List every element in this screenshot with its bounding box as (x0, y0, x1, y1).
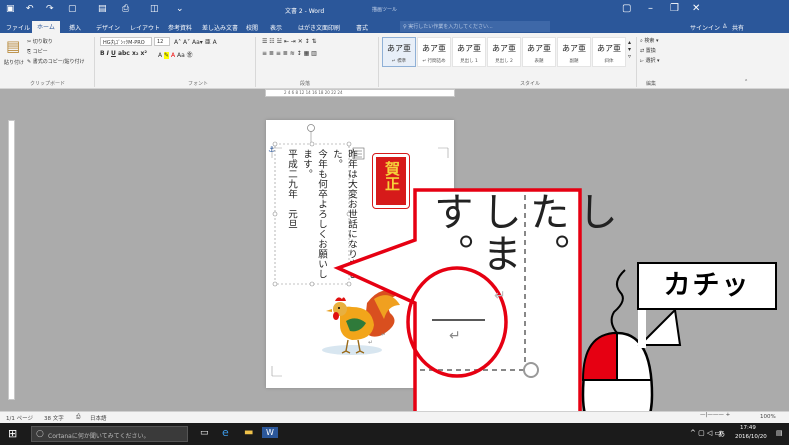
cortana-icon: ○ (36, 429, 44, 439)
windows-start-icon[interactable]: ⊞ (8, 427, 17, 440)
ime-indicator[interactable]: あ (718, 429, 725, 439)
cortana-search-box[interactable]: ○ Cortanaに何か聞いてみてください。 (31, 426, 188, 442)
status-bar: 1/1 ページ 38 文字 ⎙ 日本語 —|——— + 100% (0, 411, 789, 423)
clock-time[interactable]: 17:49 (740, 425, 756, 431)
tray-icons[interactable]: ^ ▢ ◁ ▭ (690, 429, 721, 437)
edge-icon[interactable]: e (222, 426, 229, 439)
explorer-icon[interactable]: ▬ (244, 427, 253, 438)
page-count[interactable]: 1/1 ページ (6, 414, 33, 422)
language-indicator[interactable]: 日本語 (90, 414, 107, 422)
proofing-icon[interactable]: ⎙ (76, 414, 80, 421)
task-view-icon[interactable]: ▭ (200, 428, 209, 438)
zoom-level[interactable]: 100% (760, 414, 776, 420)
taskbar: ⊞ ○ Cortanaに何か聞いてみてください。 ▭ e ▬ W ^ ▢ ◁ ▭… (0, 423, 789, 445)
word-taskbar-icon[interactable]: W (262, 427, 278, 438)
mouse-illustration (581, 269, 682, 442)
clock-date[interactable]: 2016/10/20 (735, 434, 767, 440)
word-count[interactable]: 38 文字 (44, 414, 64, 422)
click-sound-label: カチッ (637, 262, 777, 310)
notification-icon[interactable]: ▤ (776, 429, 783, 437)
zoom-slider[interactable]: —|——— + (700, 412, 730, 418)
